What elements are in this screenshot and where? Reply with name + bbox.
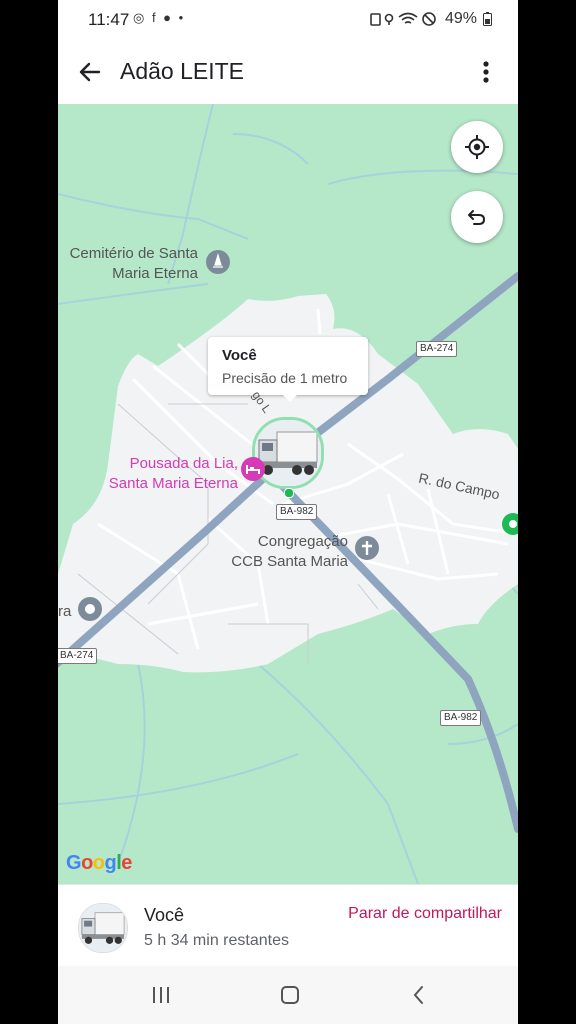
cross-icon	[362, 541, 372, 555]
left-partial-label: ra	[58, 603, 72, 620]
page-title: Adão LEITE	[120, 58, 245, 84]
notification-icons: ◎ f ● •	[133, 10, 186, 25]
sharer-name: Você	[144, 905, 185, 925]
road-shield-ba982-bottom: BA-982	[440, 710, 482, 726]
church-label-line2: CCB Santa Maria	[231, 553, 348, 570]
map-view[interactable]: Cemitério de Santa Maria Eterna Você Pre…	[58, 104, 518, 884]
stop-sharing-button[interactable]: Parar de compartilhar	[348, 905, 502, 923]
pousada-label-line2: Santa Maria Eterna	[108, 475, 238, 492]
battery-percent: 49%	[444, 10, 477, 27]
status-right-group: 49%	[369, 10, 492, 28]
back-nav-button[interactable]	[404, 982, 434, 1008]
arrow-left-icon	[79, 62, 101, 82]
battery-icon	[483, 12, 492, 26]
phone-screen: 11:47 ◎ f ● • 49% Adão LEITE Cemitério d…	[58, 0, 518, 1024]
system-nav-bar	[58, 966, 518, 1024]
recenter-button[interactable]	[451, 191, 503, 243]
road-shield-ba982-center: BA-982	[276, 504, 318, 520]
truck-thumbnail-icon	[79, 904, 127, 952]
location-dot	[284, 488, 294, 498]
cemetery-icon[interactable]	[206, 250, 230, 274]
callout-title: Você	[222, 347, 257, 364]
pousada-label[interactable]: Pousada da Lia, Santa Maria Eterna	[78, 454, 238, 494]
signal-icons	[370, 12, 436, 26]
church-label[interactable]: Congregação CCB Santa Maria	[208, 532, 348, 572]
time-remaining: 5 h 34 min restantes	[144, 932, 289, 949]
sharing-bottom-sheet: Você 5 h 34 min restantes Parar de compa…	[58, 884, 518, 967]
more-vert-icon	[483, 61, 489, 83]
monument-icon	[213, 252, 223, 268]
avatar	[78, 903, 128, 953]
location-callout[interactable]: Você Precisão de 1 metro	[208, 337, 368, 402]
undo-icon	[468, 210, 485, 225]
status-time: 11:47	[88, 10, 130, 29]
place-icon[interactable]	[78, 597, 102, 621]
cemetery-label[interactable]: Cemitério de Santa Maria Eterna	[58, 244, 198, 284]
cemetery-label-line2: Maria Eterna	[112, 265, 198, 282]
pousada-label-line1: Pousada da Lia,	[129, 455, 238, 472]
home-button[interactable]	[275, 982, 305, 1008]
church-label-line1: Congregação	[257, 533, 348, 550]
road-shield-ba274-top: BA-274	[416, 341, 458, 357]
home-icon	[281, 986, 299, 1004]
google-logo: Google	[66, 852, 132, 874]
circle-dot-icon	[85, 604, 95, 614]
my-location-button[interactable]	[451, 121, 503, 173]
callout-accuracy: Precisão de 1 metro	[222, 370, 348, 386]
bed-icon	[246, 465, 260, 474]
cemetery-label-line1: Cemitério de Santa	[69, 245, 198, 262]
road-shield-ba274-left: BA-274	[58, 648, 98, 664]
callout-tail	[282, 394, 298, 402]
hotel-icon[interactable]	[241, 457, 265, 481]
app-bar: Adão LEITE	[58, 40, 518, 104]
crosshair-icon	[465, 135, 489, 159]
recents-icon	[153, 987, 169, 1003]
recents-button[interactable]	[146, 982, 176, 1008]
church-icon[interactable]	[355, 536, 379, 560]
chevron-left-icon	[413, 986, 423, 1004]
back-button[interactable]	[72, 54, 108, 90]
more-options-button[interactable]	[468, 54, 504, 90]
status-bar: 11:47 ◎ f ● • 49%	[58, 0, 518, 40]
